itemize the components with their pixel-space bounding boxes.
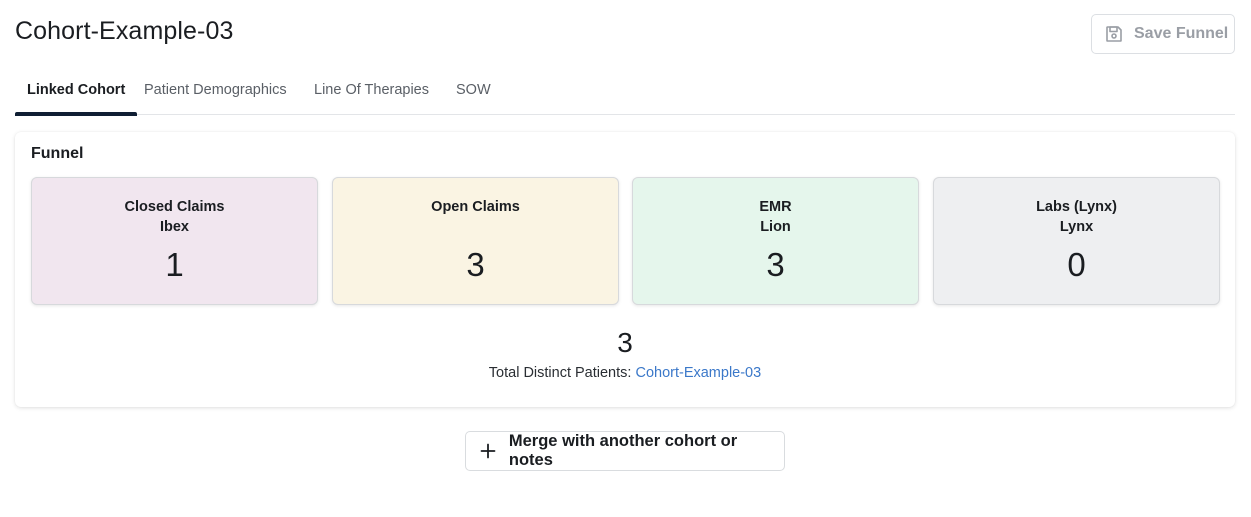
tab-label: Line Of Therapies	[314, 82, 429, 98]
source-subtitle	[333, 217, 618, 237]
merge-label: Merge with another cohort or notes	[508, 432, 738, 469]
page-title: Cohort-Example-03	[15, 17, 234, 45]
tab-bar: Linked Cohort Patient Demographics Line …	[15, 70, 1235, 116]
tab-sow[interactable]: SOW	[456, 70, 491, 115]
tab-label: SOW	[456, 82, 491, 98]
source-card-open-claims[interactable]: Open Claims 3	[332, 177, 619, 305]
save-funnel-label: Save Funnel	[1134, 25, 1229, 42]
total-distinct-count: 3	[617, 327, 633, 358]
source-count: 3	[466, 246, 485, 283]
save-funnel-button[interactable]: Save Funnel	[1091, 14, 1235, 54]
source-card-emr[interactable]: EMR Lion 3	[632, 177, 919, 305]
source-name: Closed Claims	[124, 199, 225, 215]
source-subtitle: Ibex	[159, 219, 189, 235]
source-count: 0	[1067, 246, 1086, 283]
tab-label: Patient Demographics	[144, 82, 287, 98]
tab-line-of-therapies[interactable]: Line Of Therapies	[314, 70, 429, 115]
cohort-link[interactable]: Cohort-Example-03	[635, 365, 761, 381]
source-name: Open Claims	[431, 199, 520, 215]
source-count: 3	[766, 246, 785, 283]
tab-label: Linked Cohort	[27, 82, 126, 98]
source-card-labs[interactable]: Labs (Lynx) Lynx 0	[933, 177, 1220, 305]
floppy-disk-icon	[1104, 24, 1124, 44]
tab-patient-demographics[interactable]: Patient Demographics	[144, 70, 287, 115]
total-distinct-label: Total Distinct Patients:	[488, 365, 632, 381]
plus-icon	[479, 442, 497, 460]
merge-cohort-button[interactable]: Merge with another cohort or notes	[465, 431, 785, 471]
source-subtitle: Lynx	[1059, 219, 1094, 235]
total-distinct-line: Total Distinct Patients: Cohort-Example-…	[15, 365, 1235, 381]
tab-linked-cohort[interactable]: Linked Cohort	[15, 70, 138, 116]
funnel-panel: Funnel Closed Claims Ibex 1 Open Claims …	[15, 132, 1235, 407]
source-count: 1	[165, 246, 184, 283]
funnel-title: Funnel	[31, 145, 84, 162]
source-name: Labs (Lynx)	[1036, 199, 1117, 215]
source-name: EMR	[759, 199, 792, 215]
source-card-closed-claims[interactable]: Closed Claims Ibex 1	[31, 177, 318, 305]
source-subtitle: Lion	[760, 219, 791, 235]
